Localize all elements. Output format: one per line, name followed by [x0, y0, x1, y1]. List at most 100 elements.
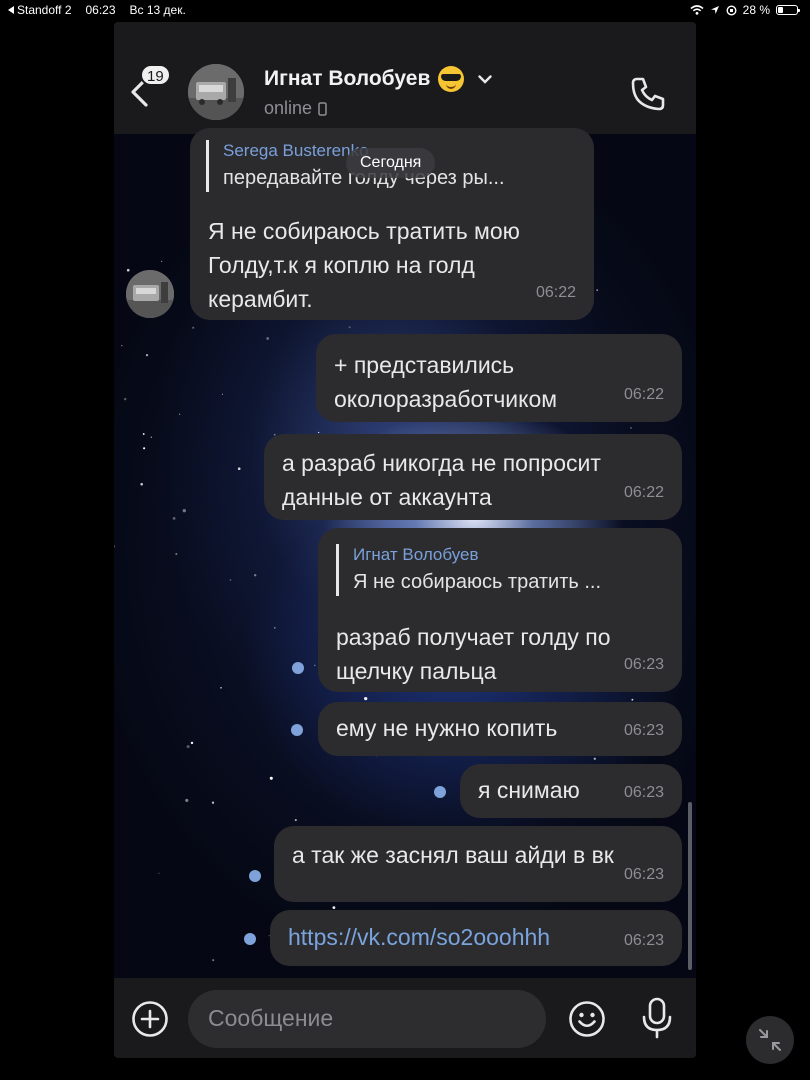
message-bubble-outgoing[interactable]: + представились околоразработчиком 06:22 [316, 334, 682, 422]
star [318, 431, 320, 434]
star [178, 413, 181, 415]
star [274, 627, 276, 629]
star [121, 344, 123, 347]
message-bubble-outgoing[interactable]: а так же заснял ваш айди в вк 06:23 [274, 826, 682, 902]
message-bubble-outgoing[interactable]: https://vk.com/so2ooohhh 06:23 [270, 910, 682, 966]
orientation-lock-icon [726, 4, 737, 16]
battery-icon [776, 5, 800, 15]
star [266, 337, 270, 340]
star [186, 745, 190, 749]
sticker-button[interactable] [568, 1000, 606, 1038]
back-to-app-link[interactable]: Standoff 2 [8, 3, 72, 17]
unread-indicator [292, 662, 304, 674]
location-icon [710, 6, 719, 14]
phone-icon [631, 77, 665, 111]
star [192, 326, 195, 329]
star [220, 687, 222, 689]
chat-scrollbar[interactable] [688, 802, 692, 970]
star [348, 326, 351, 329]
star [593, 757, 596, 760]
plus-icon [132, 1001, 168, 1037]
avatar-car-photo [188, 64, 244, 120]
minimize-button[interactable] [746, 1016, 794, 1064]
reply-author: Игнат Волобуев [353, 545, 479, 564]
contact-name-button[interactable]: Игнат Волобуев [264, 66, 493, 92]
reply-quote[interactable]: Игнат Волобуев Я не собираюсь тратить ..… [336, 544, 601, 596]
star [596, 289, 599, 292]
chat-window: 19 Игнат Волобуев online Serega Busteren… [114, 22, 696, 1058]
message-link[interactable]: https://vk.com/so2ooohhh [288, 920, 682, 954]
date-divider: Сегодня [346, 148, 436, 178]
contact-status: online [264, 98, 327, 119]
back-app-label: Standoff 2 [17, 3, 72, 17]
message-input-placeholder: Сообщение [208, 1005, 334, 1031]
star [269, 776, 273, 780]
back-triangle-icon [8, 6, 14, 14]
star [114, 545, 116, 548]
star [185, 798, 189, 802]
minimize-icon [759, 1029, 781, 1051]
wifi-icon [690, 5, 704, 15]
star [160, 260, 163, 263]
message-time: 06:22 [623, 484, 664, 501]
contact-avatar[interactable] [188, 64, 244, 120]
message-time: 06:23 [623, 784, 664, 801]
message-bubble-outgoing[interactable]: а разраб никогда не попросит данные от а… [264, 434, 682, 520]
message-text: а разраб никогда не попросит данные от а… [282, 450, 601, 510]
message-time: 06:22 [623, 386, 664, 403]
star [140, 482, 144, 486]
star [145, 354, 149, 357]
star [190, 741, 194, 745]
attach-button[interactable] [131, 1000, 169, 1038]
chat-header: 19 Игнат Волобуев online [114, 22, 696, 134]
star [314, 664, 316, 666]
star [126, 268, 130, 272]
avatar-car-photo [126, 270, 174, 318]
message-time: 06:23 [623, 722, 664, 739]
message-input[interactable]: Сообщение [188, 990, 546, 1048]
star [364, 696, 368, 701]
star [211, 801, 215, 804]
unread-indicator [291, 724, 303, 736]
message-text: разраб получает голду по щелчку пальца [336, 624, 611, 684]
message-time: 06:23 [623, 932, 664, 949]
message-text: Я не собираюсь тратить мою Голду,т.к я к… [208, 218, 520, 312]
message-time: 06:23 [623, 866, 664, 883]
star [158, 872, 160, 874]
mobile-device-icon [318, 101, 327, 116]
message-time: 06:22 [535, 284, 576, 301]
voice-message-button[interactable] [638, 996, 676, 1040]
message-sender-avatar[interactable] [126, 270, 174, 318]
call-button[interactable] [628, 74, 668, 114]
reply-text: Я не собираюсь тратить ... [353, 571, 602, 593]
sunglasses-emoji-icon [438, 66, 465, 92]
status-time: 06:23 [85, 3, 116, 17]
message-bubble-outgoing[interactable]: я снимаю 06:23 [460, 764, 682, 818]
message-time: 06:23 [623, 656, 664, 673]
star [254, 574, 257, 577]
back-button[interactable]: 19 [128, 64, 178, 114]
star [175, 553, 178, 555]
status-date: Вс 13 дек. [129, 3, 186, 17]
microphone-icon [642, 997, 672, 1039]
star [172, 516, 176, 520]
contact-name: Игнат Волобуев [264, 67, 431, 90]
star [630, 427, 632, 429]
star [221, 393, 223, 395]
unread-indicator [249, 870, 261, 882]
star [631, 698, 634, 701]
star [143, 447, 146, 450]
unread-indicator [434, 786, 446, 798]
unread-count-badge: 19 [140, 64, 171, 86]
battery-percent: 28 % [742, 3, 770, 17]
star [294, 819, 297, 822]
message-bubble-outgoing[interactable]: ему не нужно копить 06:23 [318, 702, 682, 756]
star [332, 906, 336, 909]
star [212, 959, 215, 962]
ios-status-bar: Standoff 2 06:23 Вс 13 дек. 28 % [0, 0, 810, 22]
message-bubble-outgoing[interactable]: Игнат Волобуев Я не собираюсь тратить ..… [318, 528, 682, 692]
star [237, 467, 241, 471]
sticker-icon [569, 1001, 605, 1037]
star [123, 397, 127, 401]
star [150, 436, 153, 438]
